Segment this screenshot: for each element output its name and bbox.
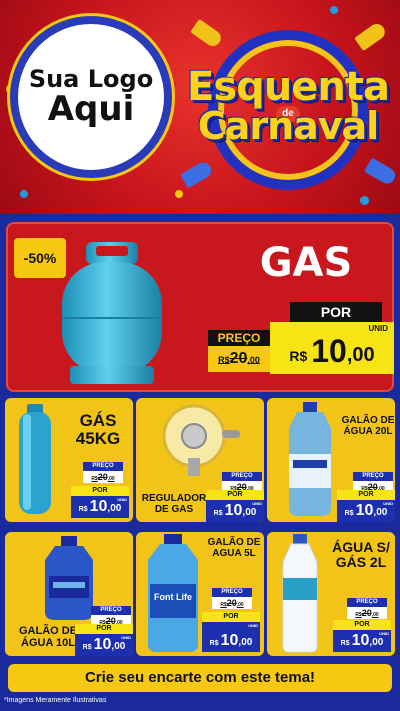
- gas-cylinder-icon: [19, 404, 51, 514]
- unit-label: UNID: [117, 497, 127, 502]
- price-currency: R$: [78, 506, 88, 513]
- new-price: UNID R$ 10,00: [71, 496, 129, 518]
- new-price-dec: ,00: [346, 344, 375, 366]
- price-int: 10: [351, 632, 370, 649]
- water-bottle-icon: Font Life: [148, 534, 198, 652]
- confetti-dot: [360, 196, 369, 205]
- unit-label: UNID: [379, 631, 389, 636]
- unit-label: UNID: [248, 623, 258, 628]
- logo-placeholder: Sua Logo Aqui: [10, 16, 172, 178]
- new-price: UNID R$ 10 ,00: [270, 322, 394, 374]
- old-price-int: 20: [229, 350, 248, 367]
- por-label: POR: [75, 624, 133, 634]
- old-price: R$20,00: [83, 471, 123, 483]
- water-bottle-icon: [282, 534, 318, 653]
- product-name: GALÃO DE AGUA 5L: [207, 537, 261, 559]
- old-price-int: 20: [361, 608, 372, 618]
- carnival-theme-badge: Esquenta de Carnaval: [180, 16, 398, 196]
- price-dec: ,00: [111, 641, 126, 652]
- trumpet-icon: [354, 20, 388, 52]
- new-price: UNID R$ 10,00: [206, 500, 264, 522]
- preco-label: PREÇO: [212, 588, 252, 597]
- price-dec: ,00: [238, 637, 253, 648]
- unit-label: UNID: [252, 501, 262, 506]
- preco-label: PREÇO: [353, 472, 393, 481]
- por-label: POR: [206, 490, 264, 500]
- gas-regulator-icon: [162, 404, 240, 476]
- por-label: POR: [333, 620, 391, 630]
- flyer-page: Sua Logo Aqui Esquenta de Carnaval -50%: [0, 0, 400, 711]
- unit-label: UNID: [368, 324, 388, 333]
- new-price: UNID R$ 10,00: [202, 622, 260, 652]
- product-name: ÁGUA S/ GÁS 2L: [332, 539, 390, 571]
- product-card[interactable]: Font Life GALÃO DE AGUA 5L PREÇO R$20,00…: [136, 532, 264, 656]
- bottle-brand-text: Font Life: [154, 592, 192, 602]
- product-card[interactable]: GALÃO DE ÁGUA 10L PREÇO R$20,00 POR UNID…: [5, 532, 133, 656]
- product-name: GALÃO DE ÁGUA 20L: [341, 415, 395, 437]
- old-price: R$20,00: [212, 597, 252, 609]
- price-dec: ,00: [242, 507, 257, 518]
- unit-label: UNID: [383, 501, 393, 506]
- featured-title: GAS: [259, 240, 353, 286]
- old-price-currency: R$: [218, 355, 230, 365]
- price-currency: R$: [340, 640, 350, 647]
- old-price-dec: ,00: [236, 602, 244, 608]
- price-int: 10: [220, 632, 239, 649]
- price-currency: R$: [344, 510, 354, 517]
- gas-cylinder-icon: [62, 242, 162, 384]
- featured-product-card[interactable]: -50% GAS POR PREÇO R$20,00 UNID R$ 10 ,0…: [6, 222, 394, 392]
- preco-label: PREÇO: [91, 606, 131, 615]
- old-price-dec: ,00: [371, 612, 379, 618]
- old-price-dec: ,00: [247, 355, 260, 365]
- new-price: UNID R$ 10,00: [333, 630, 391, 652]
- price-currency: R$: [82, 644, 92, 651]
- por-label: POR: [337, 490, 395, 500]
- product-card[interactable]: ÁGUA S/ GÁS 2L PREÇO R$20,00 POR UNID R$…: [267, 532, 395, 656]
- old-price-int: 20: [97, 472, 108, 482]
- new-price-int: 10: [311, 333, 347, 369]
- trumpet-icon: [180, 159, 214, 189]
- old-price-int: 20: [226, 598, 237, 608]
- price-int: 10: [89, 498, 108, 515]
- old-price: R$20,00: [347, 607, 387, 619]
- confetti-dot: [20, 190, 28, 198]
- confetti-dot: [330, 6, 338, 14]
- price-int: 10: [355, 502, 374, 519]
- price-dec: ,00: [373, 507, 388, 518]
- preco-label: PREÇO: [83, 462, 123, 471]
- cta-banner[interactable]: Crie seu encarte com este tema!: [8, 664, 392, 692]
- theme-title-bottom: Carnaval: [197, 104, 379, 148]
- price-int: 10: [224, 502, 243, 519]
- trumpet-icon: [364, 157, 398, 187]
- price-dec: ,00: [107, 503, 122, 514]
- price-currency: R$: [213, 510, 223, 517]
- price-int: 10: [93, 636, 112, 653]
- product-card[interactable]: GÁS 45KG PREÇO R$20,00 POR UNID R$ 10,00: [5, 398, 133, 522]
- new-price-currency: R$: [289, 348, 308, 364]
- water-jug-icon: [289, 402, 331, 516]
- product-name: REGULADOR DE GAS: [141, 493, 207, 515]
- por-label: POR: [290, 302, 382, 322]
- preco-label: PREÇO: [347, 598, 387, 607]
- price-dec: ,00: [369, 637, 384, 648]
- old-price-dec: ,00: [107, 476, 115, 482]
- old-price: R$20,00: [208, 346, 270, 372]
- por-label: POR: [202, 612, 260, 622]
- header-banner: Sua Logo Aqui Esquenta de Carnaval: [0, 0, 400, 214]
- preco-label: PREÇO: [222, 472, 262, 481]
- price-currency: R$: [209, 640, 219, 647]
- product-card[interactable]: GALÃO DE ÁGUA 20L PREÇO R$20,00 POR UNID…: [267, 398, 395, 522]
- product-name: GÁS 45KG: [75, 411, 121, 449]
- logo-line2: Aqui: [47, 88, 135, 129]
- new-price: UNID R$ 10,00: [75, 634, 133, 656]
- unit-label: UNID: [121, 635, 131, 640]
- product-card[interactable]: REGULADOR DE GAS PREÇO R$20,00 POR UNID …: [136, 398, 264, 522]
- disclaimer-text: *Imagens Meramente Ilustrativas: [4, 697, 107, 704]
- logo-line1: Sua Logo: [28, 64, 154, 93]
- trumpet-icon: [190, 18, 224, 50]
- por-label: POR: [71, 486, 129, 496]
- preco-label: PREÇO: [208, 330, 270, 346]
- new-price: UNID R$ 10,00: [337, 500, 395, 522]
